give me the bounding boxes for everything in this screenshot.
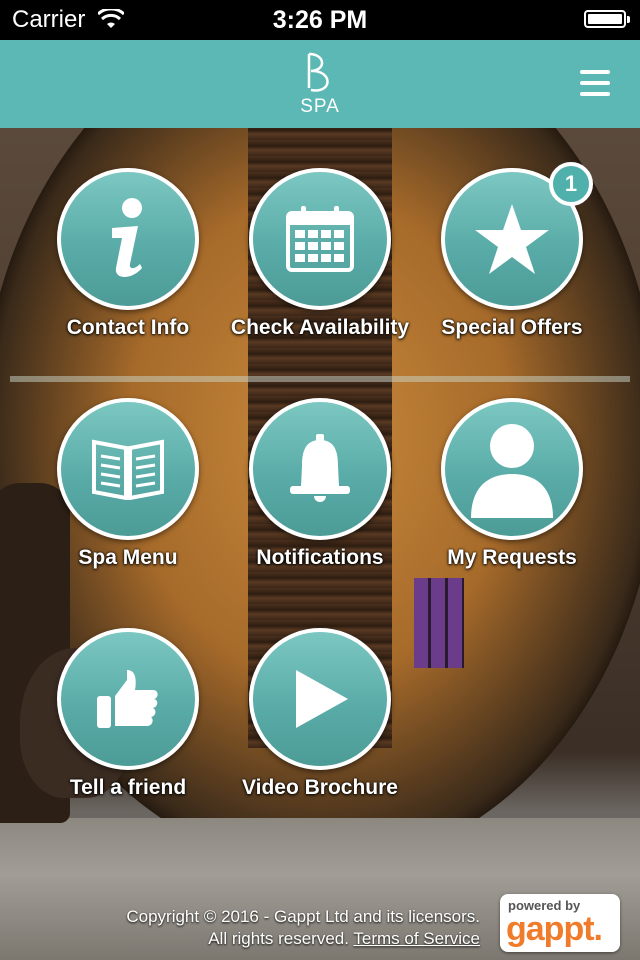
thumbs-up-icon <box>97 670 158 728</box>
tile-label: Notifications <box>256 546 384 569</box>
tile-check-availability[interactable]: Check Availability <box>225 168 415 342</box>
contact-info-button[interactable] <box>57 168 199 310</box>
info-icon <box>112 198 142 277</box>
powered-by-gappt-badge[interactable]: powered by gappt. <box>500 894 620 952</box>
app-header: SPA <box>0 40 640 128</box>
tile-special-offers[interactable]: 1 Special Offers <box>417 162 607 342</box>
tile-label: My Requests <box>447 546 577 569</box>
spa-menu-button[interactable] <box>57 398 199 540</box>
footer-copyright: Copyright © 2016 - Gappt Ltd and its lic… <box>60 906 480 950</box>
clock: 3:26 PM <box>272 6 368 34</box>
logo-text: SPA <box>300 96 340 117</box>
tile-video-brochure[interactable]: Video Brochure <box>225 628 415 802</box>
play-icon <box>296 670 348 728</box>
tile-label: Tell a friend <box>69 776 187 799</box>
tell-a-friend-button[interactable] <box>57 628 199 770</box>
tile-tell-a-friend[interactable]: Tell a friend <box>33 628 223 802</box>
rights-text: All rights reserved. <box>208 929 349 948</box>
tile-label: Special Offers <box>441 316 583 339</box>
rights-line: All rights reserved. Terms of Service <box>60 928 480 950</box>
spa-logo: SPA <box>290 52 350 122</box>
calendar-icon <box>286 206 354 272</box>
tile-label: Spa Menu <box>78 546 178 569</box>
tile-spa-menu[interactable]: Spa Menu <box>33 398 223 572</box>
tile-my-requests[interactable]: My Requests <box>417 398 607 572</box>
video-brochure-button[interactable] <box>249 628 391 770</box>
gappt-logo: gappt. <box>506 910 603 948</box>
check-availability-button[interactable] <box>249 168 391 310</box>
status-bar: Carrier 3:26 PM <box>0 0 640 40</box>
tile-label: Video Brochure <box>242 776 398 799</box>
star-icon <box>475 204 549 274</box>
tile-label: Contact Info <box>66 316 190 339</box>
tile-contact-info[interactable]: Contact Info <box>33 168 223 342</box>
tile-notifications[interactable]: Notifications <box>225 398 415 572</box>
user-icon <box>471 424 553 518</box>
book-icon <box>92 439 164 500</box>
notifications-button[interactable] <box>249 398 391 540</box>
b-logo-icon <box>307 52 329 92</box>
hamburger-icon <box>580 70 610 74</box>
bell-icon <box>290 434 350 502</box>
my-requests-button[interactable] <box>441 398 583 540</box>
tile-label: Check Availability <box>230 316 410 339</box>
copyright-text: Copyright © 2016 - Gappt Ltd and its lic… <box>126 907 480 926</box>
notification-badge: 1 <box>549 162 593 206</box>
menu-button[interactable] <box>580 70 610 96</box>
terms-of-service-link[interactable]: Terms of Service <box>353 929 480 948</box>
battery-icon <box>584 10 630 28</box>
